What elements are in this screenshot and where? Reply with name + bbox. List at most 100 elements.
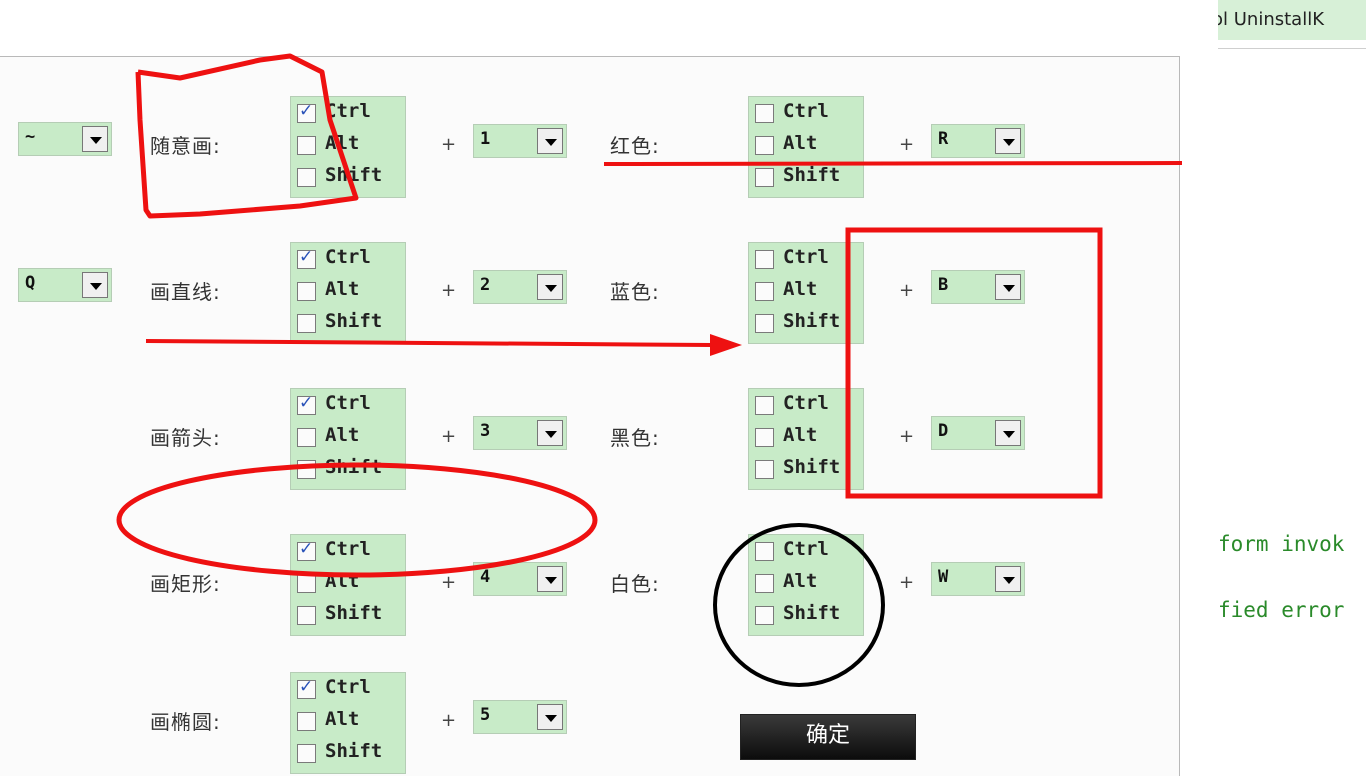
shift-option[interactable]: Shift	[295, 309, 403, 337]
shift-option[interactable]: Shift	[295, 163, 403, 191]
chevron-down-icon[interactable]	[995, 566, 1021, 592]
ok-button[interactable]: 确定	[740, 714, 916, 760]
key-select[interactable]: R	[931, 124, 1025, 158]
mode-select-2[interactable]: Q	[18, 268, 112, 302]
alt-option[interactable]: Alt	[295, 569, 403, 597]
divider	[1218, 48, 1366, 49]
ctrl-option[interactable]: Ctrl	[753, 99, 861, 127]
chevron-down-icon[interactable]	[995, 274, 1021, 300]
alt-label: Alt	[325, 570, 360, 592]
alt-option[interactable]: Alt	[295, 423, 403, 451]
ctrl-checkbox[interactable]	[297, 247, 316, 269]
shift-option[interactable]: Shift	[753, 309, 861, 337]
plus-sign: +	[441, 572, 457, 593]
alt-option[interactable]: Alt	[295, 277, 403, 305]
ctrl-option[interactable]: Ctrl	[753, 391, 861, 419]
modifier-checkboxes: Ctrl Alt Shift	[748, 242, 864, 344]
alt-option[interactable]: Alt	[753, 569, 861, 597]
alt-checkbox[interactable]	[297, 136, 316, 155]
shift-checkbox[interactable]	[755, 168, 774, 187]
ctrl-checkbox[interactable]	[755, 396, 774, 415]
ctrl-label: Ctrl	[783, 100, 829, 122]
ctrl-checkbox[interactable]	[297, 677, 316, 699]
alt-label: Alt	[325, 424, 360, 446]
shift-checkbox[interactable]	[755, 460, 774, 479]
alt-checkbox[interactable]	[297, 428, 316, 447]
alt-option[interactable]: Alt	[753, 131, 861, 159]
key-select[interactable]: B	[931, 270, 1025, 304]
mode-select-1[interactable]: ~	[18, 122, 112, 156]
shift-checkbox[interactable]	[755, 314, 774, 333]
shift-option[interactable]: Shift	[295, 601, 403, 629]
alt-label: Alt	[783, 424, 818, 446]
key-select[interactable]: 5	[473, 700, 567, 734]
key-select-value: 4	[480, 567, 491, 587]
alt-label: Alt	[783, 132, 818, 154]
alt-option[interactable]: Alt	[295, 707, 403, 735]
ctrl-checkbox[interactable]	[755, 542, 774, 561]
chevron-down-icon[interactable]	[537, 274, 563, 300]
ctrl-checkbox[interactable]	[755, 104, 774, 123]
shift-checkbox[interactable]	[297, 314, 316, 333]
ctrl-checkbox[interactable]	[297, 393, 316, 415]
ctrl-option[interactable]: Ctrl	[295, 99, 403, 127]
shift-option[interactable]: Shift	[295, 455, 403, 483]
shift-option[interactable]: Shift	[753, 455, 861, 483]
alt-checkbox[interactable]	[297, 712, 316, 731]
alt-label: Alt	[325, 708, 360, 730]
chevron-down-icon[interactable]	[537, 128, 563, 154]
alt-option[interactable]: Alt	[753, 423, 861, 451]
key-select[interactable]: 4	[473, 562, 567, 596]
alt-checkbox[interactable]	[755, 574, 774, 593]
ctrl-option[interactable]: Ctrl	[295, 391, 403, 419]
ctrl-checkbox[interactable]	[297, 539, 316, 561]
mode-select-value: Q	[25, 273, 36, 293]
key-select[interactable]: W	[931, 562, 1025, 596]
shift-option[interactable]: Shift	[753, 601, 861, 629]
shift-checkbox[interactable]	[297, 460, 316, 479]
chevron-down-icon[interactable]	[82, 272, 108, 298]
chevron-down-icon[interactable]	[537, 420, 563, 446]
chevron-down-icon[interactable]	[995, 128, 1021, 154]
ctrl-option[interactable]: Ctrl	[753, 537, 861, 565]
modifier-checkboxes: Ctrl Alt Shift	[290, 672, 406, 774]
shift-option[interactable]: Shift	[295, 739, 403, 767]
shift-label: Shift	[783, 456, 841, 478]
alt-checkbox[interactable]	[755, 428, 774, 447]
shift-option[interactable]: Shift	[753, 163, 861, 191]
key-select[interactable]: D	[931, 416, 1025, 450]
ctrl-option[interactable]: Ctrl	[295, 537, 403, 565]
alt-checkbox[interactable]	[755, 282, 774, 301]
key-select-value: 1	[480, 129, 491, 149]
alt-checkbox[interactable]	[297, 574, 316, 593]
shift-checkbox[interactable]	[297, 744, 316, 763]
shift-checkbox[interactable]	[297, 168, 316, 187]
ctrl-option[interactable]: Ctrl	[753, 245, 861, 273]
ctrl-option[interactable]: Ctrl	[295, 675, 403, 703]
chevron-down-icon[interactable]	[995, 420, 1021, 446]
hotkey-label: 随意画:	[150, 134, 221, 158]
hotkey-label: 红色:	[610, 134, 660, 158]
modifier-checkboxes: Ctrl Alt Shift	[290, 242, 406, 344]
ctrl-checkbox[interactable]	[297, 101, 316, 123]
chevron-down-icon[interactable]	[537, 704, 563, 730]
ctrl-option[interactable]: Ctrl	[295, 245, 403, 273]
key-select[interactable]: 2	[473, 270, 567, 304]
chevron-down-icon[interactable]	[537, 566, 563, 592]
ctrl-label: Ctrl	[325, 392, 371, 414]
key-select[interactable]: 1	[473, 124, 567, 158]
ctrl-label: Ctrl	[783, 538, 829, 560]
key-select[interactable]: 3	[473, 416, 567, 450]
shift-checkbox[interactable]	[297, 606, 316, 625]
console-line: fied error	[1218, 598, 1345, 622]
alt-option[interactable]: Alt	[295, 131, 403, 159]
alt-checkbox[interactable]	[297, 282, 316, 301]
shift-label: Shift	[325, 164, 383, 186]
shift-checkbox[interactable]	[755, 606, 774, 625]
alt-checkbox[interactable]	[755, 136, 774, 155]
alt-label: Alt	[325, 132, 360, 154]
alt-option[interactable]: Alt	[753, 277, 861, 305]
ctrl-checkbox[interactable]	[755, 250, 774, 269]
alt-label: Alt	[783, 278, 818, 300]
chevron-down-icon[interactable]	[82, 126, 108, 152]
